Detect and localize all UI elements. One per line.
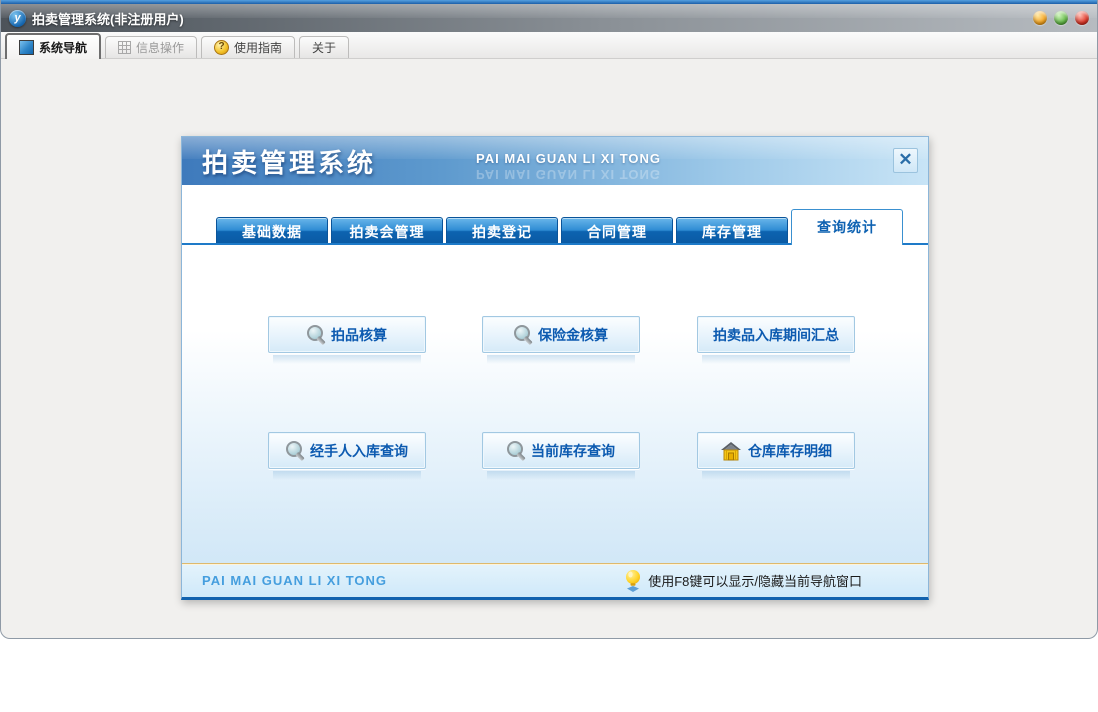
dialog-tab-strip: 基础数据 拍卖会管理 拍卖登记 合同管理 库存管理 查询统计 (182, 207, 928, 245)
question-icon: ? (214, 40, 230, 55)
button-label: 保险金核算 (538, 326, 608, 343)
magnifier-icon (286, 440, 307, 462)
current-inventory-query-button[interactable]: 当前库存查询 (482, 432, 640, 480)
tab-label: 使用指南 (234, 41, 283, 55)
lightbulb-icon (626, 569, 641, 592)
lot-accounting-button[interactable]: 拍品核算 (268, 316, 426, 364)
tab-label: 关于 (312, 41, 337, 55)
dialog-header: 拍卖管理系统 PAI MAI GUAN LI XI TONG PAI MAI G… (182, 137, 928, 185)
tab-label: 系统导航 (39, 40, 88, 55)
footer-tip-text: 使用F8键可以显示/隐藏当前导航窗口 (648, 574, 862, 589)
tab-basic-data[interactable]: 基础数据 (216, 217, 328, 245)
app-logo-icon: y (9, 9, 26, 27)
button-label: 拍品核算 (331, 326, 387, 343)
dialog-title: 拍卖管理系统 (202, 149, 377, 178)
dialog-close-icon[interactable]: ✕ (893, 148, 918, 173)
tab-auction-registration[interactable]: 拍卖登记 (446, 217, 558, 245)
title-bar[interactable]: y 拍卖管理系统(非注册用户) (1, 4, 1097, 32)
button-label: 拍卖品入库期间汇总 (713, 326, 839, 343)
window-controls (1033, 11, 1089, 25)
dialog-subtitle: PAI MAI GUAN LI XI TONG (476, 151, 662, 166)
handler-inbound-query-button[interactable]: 经手人入库查询 (268, 432, 426, 480)
tab-user-guide[interactable]: ? 使用指南 (201, 36, 296, 58)
tab-query-statistics[interactable]: 查询统计 (791, 209, 903, 245)
window-title: 拍卖管理系统(非注册用户) (32, 11, 184, 27)
button-label: 仓库库存明细 (748, 442, 832, 459)
tab-contract-management[interactable]: 合同管理 (561, 217, 673, 245)
dialog-subtitle-reflection: PAI MAI GUAN LI XI TONG (476, 167, 662, 182)
deposit-accounting-button[interactable]: 保险金核算 (482, 316, 640, 364)
tab-auction-meeting-management[interactable]: 拍卖会管理 (331, 217, 443, 245)
maximize-button[interactable] (1054, 11, 1068, 25)
button-label: 当前库存查询 (531, 442, 615, 459)
close-button[interactable] (1075, 11, 1089, 25)
magnifier-icon (507, 440, 528, 462)
auction-item-inbound-period-summary-button[interactable]: 拍卖品入库期间汇总 (697, 316, 855, 364)
warehouse-icon (721, 441, 741, 460)
main-tab-bar: 系统导航 信息操作 ? 使用指南 关于 (1, 32, 1097, 59)
navigation-dialog: 拍卖管理系统 PAI MAI GUAN LI XI TONG PAI MAI G… (181, 136, 929, 600)
footer-brand-text: PAI MAI GUAN LI XI TONG (202, 573, 388, 588)
tab-info-operations[interactable]: 信息操作 (105, 36, 198, 58)
tab-label: 信息操作 (136, 41, 185, 55)
tab-about[interactable]: 关于 (299, 36, 350, 58)
minimize-button[interactable] (1033, 11, 1047, 25)
button-label: 经手人入库查询 (310, 442, 408, 459)
magnifier-icon (514, 324, 535, 346)
footer-tip: 使用F8键可以显示/隐藏当前导航窗口 (624, 569, 862, 593)
warehouse-inventory-detail-button[interactable]: 仓库库存明细 (697, 432, 855, 480)
grid-icon (118, 41, 132, 54)
dialog-footer: PAI MAI GUAN LI XI TONG 使用F8键可以显示/隐藏当前导航… (182, 563, 928, 597)
magnifier-icon (307, 324, 328, 346)
tab-system-navigation[interactable]: 系统导航 (5, 33, 102, 59)
navigation-icon (19, 39, 34, 55)
tab-inventory-management[interactable]: 库存管理 (676, 217, 788, 245)
